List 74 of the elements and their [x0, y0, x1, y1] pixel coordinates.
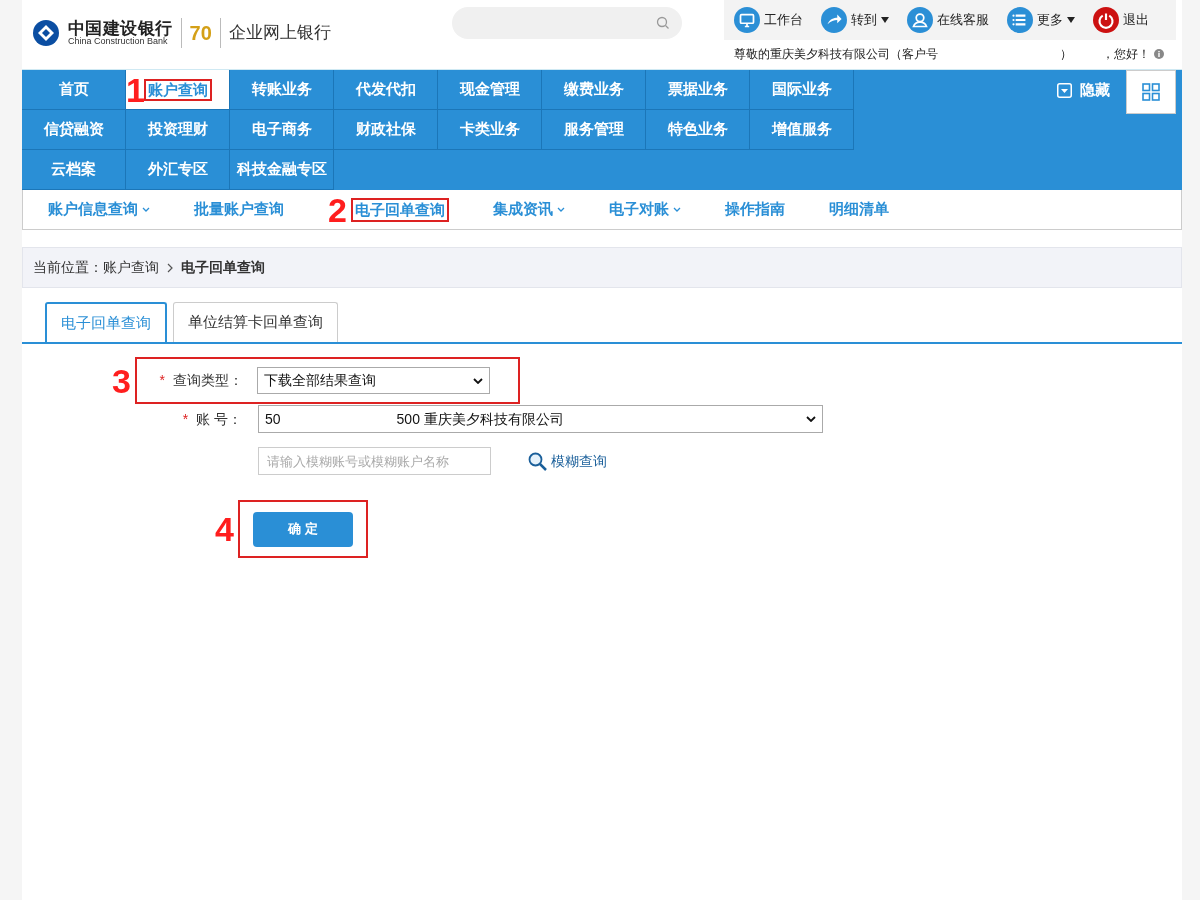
nav-tab[interactable]: 云档案	[22, 150, 126, 190]
person-icon	[907, 7, 933, 33]
nav-tab[interactable]: 票据业务	[646, 70, 750, 110]
nav-tab[interactable]: 投资理财	[126, 110, 230, 150]
nav-tab[interactable]: 特色业务	[646, 110, 750, 150]
field-label: 账 号：	[196, 409, 242, 429]
info-icon	[1154, 49, 1164, 59]
product-title: 企业网上银行	[228, 22, 331, 45]
chevron-down-icon	[472, 377, 483, 384]
step-number: 1	[126, 73, 145, 107]
query-type-select[interactable]: 下载全部结果查询	[256, 367, 490, 394]
nav-tab[interactable]: 服务管理	[542, 110, 646, 150]
dropdown-caret-icon	[881, 17, 889, 23]
bank-name: 中国建设银行	[68, 20, 173, 37]
nav-tab[interactable]: 财政社保	[334, 110, 438, 150]
step-number: 3	[112, 363, 131, 398]
greeting-text: ）	[1060, 46, 1072, 63]
breadcrumb-text: 当前位置：账户查询	[33, 258, 159, 277]
nav-tab[interactable]: 国际业务	[750, 70, 854, 110]
collapse-icon	[1057, 82, 1072, 98]
account-select[interactable]: 50 500 重庆美夕科技有限公司	[258, 405, 823, 433]
greeting-text: ，您好！	[1102, 46, 1150, 63]
chevron-down-icon	[806, 416, 816, 422]
nav-tab[interactable]: 现金管理	[438, 70, 542, 110]
chevron-down-icon	[672, 207, 681, 212]
nav-tab[interactable]: 缴费业务	[542, 70, 646, 110]
required-asterisk: *	[159, 371, 165, 390]
step-number: 4	[215, 512, 234, 546]
sub-nav-link[interactable]: 账户信息查询	[48, 198, 150, 221]
nav-tab[interactable]: 转账业务	[230, 70, 334, 110]
nav-tab[interactable]: 增值服务	[750, 110, 854, 150]
toolbar-button[interactable]: 工作台	[734, 7, 803, 33]
list-icon	[1007, 7, 1033, 33]
bank-logo-icon	[32, 19, 60, 47]
anniversary-logo: 70	[189, 23, 212, 43]
hide-button[interactable]: 隐藏	[1057, 70, 1110, 110]
tab[interactable]: 单位结算卡回单查询	[173, 302, 338, 342]
nav-tab[interactable]: 代发代扣	[334, 70, 438, 110]
toolbar-button[interactable]: 转到	[821, 7, 889, 33]
dropdown-caret-icon	[1067, 17, 1075, 23]
monitor-icon	[734, 7, 760, 33]
tab[interactable]: 电子回单查询	[45, 302, 167, 342]
bank-name-english: China Construction Bank	[68, 37, 168, 46]
grid-menu-button[interactable]	[1126, 70, 1176, 114]
fuzzy-search-input[interactable]: 请输入模糊账号或模糊账户名称	[258, 447, 491, 475]
chevron-down-icon	[556, 207, 565, 212]
toolbar-button[interactable]: 在线客服	[907, 7, 989, 33]
nav-tab[interactable]: 外汇专区	[126, 150, 230, 190]
chevron-down-icon	[142, 207, 150, 212]
nav-tab[interactable]: 信贷融资	[22, 110, 126, 150]
breadcrumb-current: 电子回单查询	[181, 258, 265, 277]
grid-icon	[1142, 83, 1160, 101]
search-field[interactable]	[452, 7, 682, 39]
sub-nav-link[interactable]: 操作指南	[724, 198, 785, 221]
nav-tab[interactable]: 卡类业务	[438, 110, 542, 150]
sub-nav-link[interactable]: 电子回单查询	[350, 197, 449, 222]
nav-tab[interactable]: 电子商务	[230, 110, 334, 150]
sub-nav-link[interactable]: 明细清单	[828, 198, 889, 221]
sub-nav-link[interactable]: 批量账户查询	[194, 198, 284, 221]
field-label: 查询类型：	[172, 371, 243, 390]
power-icon	[1093, 7, 1119, 33]
sub-nav-link[interactable]: 电子对账	[608, 198, 681, 221]
confirm-button[interactable]: 确 定	[252, 511, 353, 547]
fuzzy-search-link[interactable]: 模糊查询	[528, 450, 607, 472]
sub-nav-link[interactable]: 集成资讯	[492, 198, 565, 221]
required-asterisk: *	[182, 409, 189, 429]
toolbar-button[interactable]: 更多	[1007, 7, 1075, 33]
nav-tab[interactable]: 科技金融专区	[230, 150, 334, 190]
search-icon	[656, 16, 670, 30]
search-icon	[528, 451, 547, 471]
greeting-text: 尊敬的重庆美夕科技有限公司（客户号	[734, 46, 938, 63]
step-number: 2	[328, 192, 347, 227]
chevron-right-icon	[167, 262, 173, 273]
toolbar-button[interactable]: 退出	[1093, 7, 1149, 33]
